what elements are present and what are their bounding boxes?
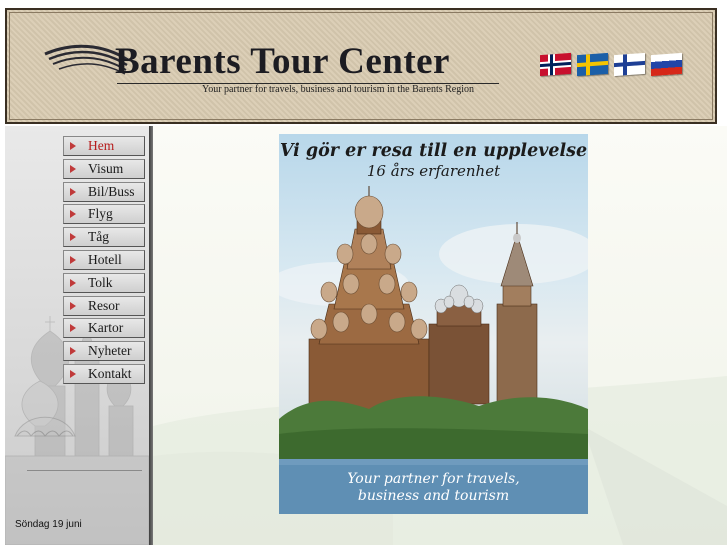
nav-item-kartor[interactable]: Kartor xyxy=(63,318,145,339)
nav-label: Tåg xyxy=(88,229,109,245)
nav-item-hem[interactable]: Hem xyxy=(63,136,145,156)
nav-label: Visum xyxy=(88,160,124,176)
flag-russia-icon[interactable] xyxy=(651,52,682,77)
site-header: Barents Tour Center Your partner for tra… xyxy=(5,8,717,124)
language-flags xyxy=(540,52,682,77)
nav-item-flyg[interactable]: Flyg xyxy=(63,204,145,225)
flag-finland-icon[interactable] xyxy=(614,52,645,77)
main-content: Vi gör er resa till en upplevelse 16 års… xyxy=(153,126,727,545)
nav-item-visum[interactable]: Visum xyxy=(63,158,145,179)
nav-arrow-icon xyxy=(70,278,76,287)
nav-item-nyheter[interactable]: Nyheter xyxy=(63,341,145,362)
nav-label: Flyg xyxy=(88,206,113,222)
nav-arrow-icon xyxy=(70,187,76,196)
nav-label: Hem xyxy=(88,138,115,153)
flag-sweden-icon[interactable] xyxy=(577,52,608,77)
nav-arrow-icon xyxy=(70,301,76,310)
poster-subline: 16 års erfarenhet xyxy=(366,162,501,180)
nav-item-hotell[interactable]: Hotell xyxy=(63,249,145,270)
flag-norway-icon[interactable] xyxy=(540,52,571,77)
nav-label: Kartor xyxy=(88,320,124,336)
poster-caption-line2: business and tourism xyxy=(357,488,510,504)
nav-arrow-icon xyxy=(70,347,76,356)
nav-label: Tolk xyxy=(88,274,113,290)
nav-item-tag[interactable]: Tåg xyxy=(63,227,145,248)
nav-arrow-icon xyxy=(70,210,76,219)
nav-item-resor[interactable]: Resor xyxy=(63,295,145,316)
nav-arrow-icon xyxy=(70,142,76,150)
nav-item-bil-buss[interactable]: Bil/Buss xyxy=(63,181,145,202)
nav-label: Bil/Buss xyxy=(88,183,135,199)
sidebar: Hem Visum Bil/Buss Flyg Tåg Hotell Tolk xyxy=(5,126,149,545)
poster-headline: Vi gör er resa till en upplevelse xyxy=(279,141,588,161)
nav-arrow-icon xyxy=(70,369,76,378)
nav-item-tolk[interactable]: Tolk xyxy=(63,272,145,293)
poster-caption-line1: Your partner for travels, xyxy=(347,471,520,487)
nav-arrow-icon xyxy=(70,164,76,173)
nav-item-kontakt[interactable]: Kontakt xyxy=(63,363,145,384)
kizhi-church-illustration xyxy=(279,186,588,514)
nav-label: Resor xyxy=(88,297,120,313)
site-title[interactable]: Barents Tour Center xyxy=(115,40,450,83)
nav-arrow-icon xyxy=(70,255,76,264)
poster-caption: Your partner for travels, business and t… xyxy=(279,471,588,505)
site-tagline: Your partner for travels, business and t… xyxy=(202,84,474,95)
hero-poster: Vi gör er resa till en upplevelse 16 års… xyxy=(279,134,588,514)
nav-label: Hotell xyxy=(88,251,122,267)
current-date: Söndag 19 juni xyxy=(15,519,82,530)
main-nav: Hem Visum Bil/Buss Flyg Tåg Hotell Tolk xyxy=(63,136,145,387)
nav-arrow-icon xyxy=(70,324,76,333)
nav-arrow-icon xyxy=(70,233,76,242)
nav-label: Kontakt xyxy=(88,365,132,381)
nav-label: Nyheter xyxy=(88,343,132,359)
sidebar-divider xyxy=(27,470,142,471)
